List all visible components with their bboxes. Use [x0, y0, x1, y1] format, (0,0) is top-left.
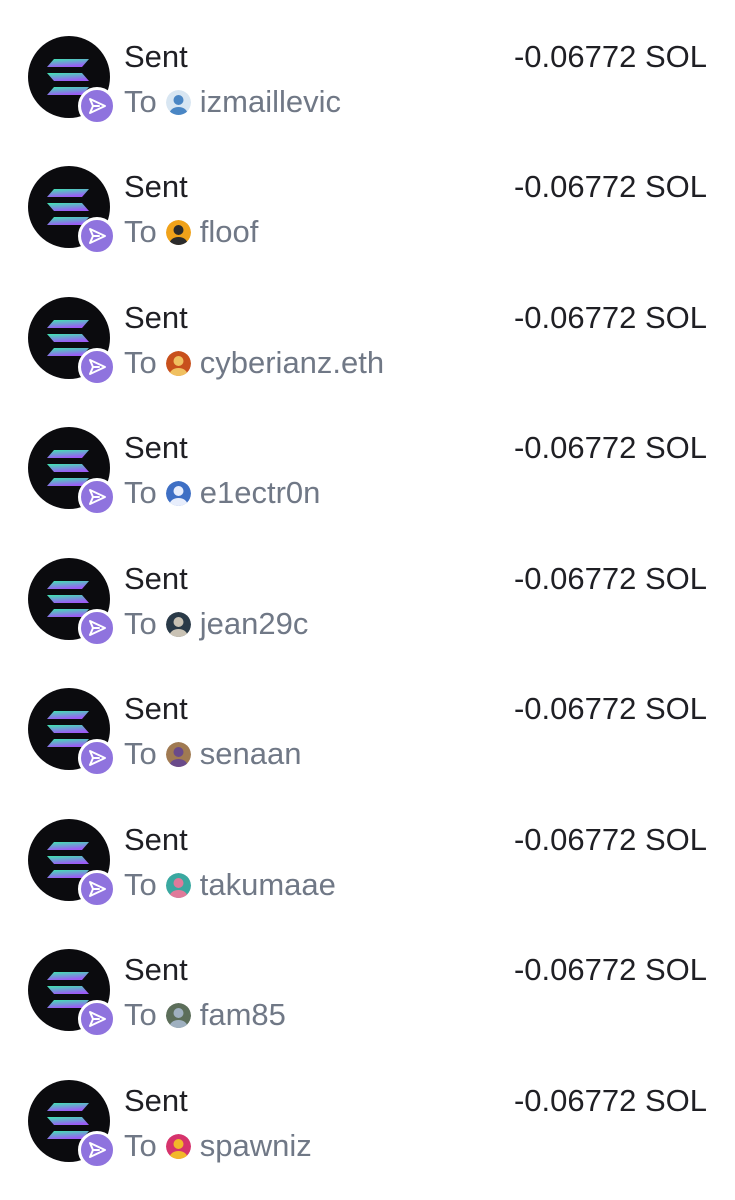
to-label: To [124, 736, 157, 771]
transaction-subtitle: To floof [124, 212, 258, 252]
recipient-name[interactable]: senaan [200, 734, 302, 774]
transaction-amount: -0.06772 SOL [513, 822, 707, 857]
recipient-name[interactable]: fam85 [200, 995, 286, 1035]
send-arrow-icon [78, 217, 116, 255]
transaction-amount: -0.06772 SOL [513, 1083, 707, 1118]
anime-avatar-icon[interactable] [165, 872, 191, 898]
send-arrow-icon [78, 870, 116, 908]
transaction-title: Sent [124, 822, 188, 857]
transaction-subtitle: To jean29c [124, 604, 308, 644]
character-avatar-icon[interactable] [165, 741, 191, 767]
to-label: To [124, 345, 157, 380]
transaction-row[interactable]: Sent To floof -0.06772 SOL [0, 130, 735, 260]
transaction-title: Sent [124, 952, 188, 987]
token-icon-wrapper [28, 1080, 116, 1169]
to-label: To [124, 606, 157, 641]
token-icon-wrapper [28, 297, 116, 386]
to-label: To [124, 867, 157, 902]
token-icon-wrapper [28, 36, 116, 125]
transaction-amount: -0.06772 SOL [513, 169, 707, 204]
to-label: To [124, 1128, 157, 1163]
send-arrow-icon [78, 348, 116, 386]
to-label: To [124, 84, 157, 119]
transaction-list: Sent To izmaillevic -0.06772 SOL Sent To… [0, 0, 735, 1200]
token-icon-wrapper [28, 427, 116, 516]
transaction-row[interactable]: Sent To fam85 -0.06772 SOL [0, 913, 735, 1043]
transaction-row[interactable]: Sent To e1ectr0n -0.06772 SOL [0, 391, 735, 521]
send-arrow-icon [78, 739, 116, 777]
transaction-subtitle: To fam85 [124, 995, 286, 1035]
transaction-row[interactable]: Sent To jean29c -0.06772 SOL [0, 522, 735, 652]
recipient-name[interactable]: floof [200, 212, 259, 252]
token-icon-wrapper [28, 558, 116, 647]
transaction-amount: -0.06772 SOL [513, 561, 707, 596]
transaction-amount: -0.06772 SOL [513, 430, 707, 465]
send-arrow-icon [78, 478, 116, 516]
transaction-amount: -0.06772 SOL [513, 952, 707, 987]
transaction-row[interactable]: Sent To takumaae -0.06772 SOL [0, 783, 735, 913]
transaction-title: Sent [124, 39, 188, 74]
transaction-row[interactable]: Sent To cyberianz.eth -0.06772 SOL [0, 261, 735, 391]
transaction-title: Sent [124, 169, 188, 204]
transaction-subtitle: To senaan [124, 734, 301, 774]
transaction-subtitle: To e1ectr0n [124, 473, 320, 513]
token-icon-wrapper [28, 688, 116, 777]
to-label: To [124, 214, 157, 249]
transaction-title: Sent [124, 691, 188, 726]
token-icon-wrapper [28, 166, 116, 255]
transaction-title: Sent [124, 300, 188, 335]
send-arrow-icon [78, 1131, 116, 1169]
recipient-name[interactable]: e1ectr0n [200, 473, 321, 513]
abstract-avatar-icon[interactable] [165, 1133, 191, 1159]
transaction-row[interactable]: Sent To izmaillevic -0.06772 SOL [0, 0, 735, 130]
to-label: To [124, 997, 157, 1032]
lion-avatar-icon[interactable] [165, 350, 191, 376]
transaction-amount: -0.06772 SOL [513, 691, 707, 726]
transaction-row[interactable]: Sent To senaan -0.06772 SOL [0, 652, 735, 782]
transaction-subtitle: To cyberianz.eth [124, 343, 384, 383]
to-label: To [124, 475, 157, 510]
transaction-subtitle: To spawniz [124, 1126, 312, 1166]
send-arrow-icon [78, 87, 116, 125]
token-icon-wrapper [28, 819, 116, 908]
transaction-subtitle: To takumaae [124, 865, 336, 905]
transaction-amount: -0.06772 SOL [513, 39, 707, 74]
mountain-avatar-icon[interactable] [165, 1002, 191, 1028]
transaction-title: Sent [124, 1083, 188, 1118]
transaction-row[interactable]: Sent To spawniz -0.06772 SOL [0, 1044, 735, 1174]
transaction-amount: -0.06772 SOL [513, 300, 707, 335]
transaction-subtitle: To izmaillevic [124, 82, 341, 122]
recipient-name[interactable]: jean29c [200, 604, 309, 644]
transaction-title: Sent [124, 430, 188, 465]
token-icon-wrapper [28, 949, 116, 1038]
character-avatar-icon[interactable] [165, 219, 191, 245]
recipient-name[interactable]: spawniz [200, 1126, 312, 1166]
recipient-name[interactable]: izmaillevic [200, 82, 341, 122]
recipient-name[interactable]: takumaae [200, 865, 336, 905]
character-avatar-icon[interactable] [165, 480, 191, 506]
recipient-name[interactable]: cyberianz.eth [200, 343, 384, 383]
send-arrow-icon [78, 1000, 116, 1038]
send-arrow-icon [78, 609, 116, 647]
transaction-title: Sent [124, 561, 188, 596]
landscape-avatar-icon[interactable] [165, 89, 191, 115]
pixel-avatar-icon[interactable] [165, 611, 191, 637]
